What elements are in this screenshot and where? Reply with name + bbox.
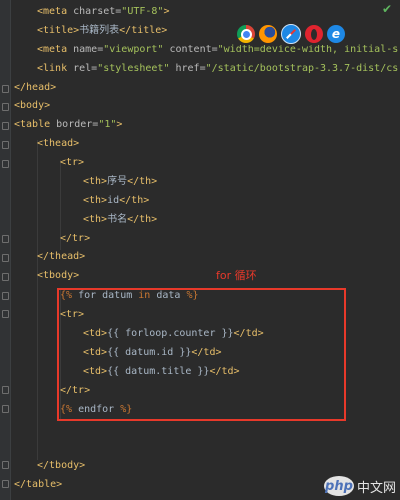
code-token: </tbody> <box>37 460 86 471</box>
code-line[interactable]: </table> <box>14 476 62 494</box>
code-line[interactable]: <th>书名</th> <box>83 211 157 229</box>
code-token: "UTF-8" <box>121 6 164 17</box>
code-token: </th> <box>127 176 158 187</box>
code-token: 书籍列表 <box>79 25 120 36</box>
code-line[interactable]: <body> <box>14 97 50 115</box>
code-token: > <box>163 6 170 17</box>
chrome-icon[interactable] <box>237 25 255 43</box>
fold-marker[interactable] <box>2 235 9 243</box>
highlight-box <box>57 288 346 421</box>
fold-marker[interactable] <box>2 103 9 111</box>
code-line[interactable]: </tbody> <box>37 457 85 475</box>
code-token: "1" <box>98 119 117 130</box>
code-token: <tbody> <box>37 270 80 281</box>
fold-marker[interactable] <box>2 386 9 394</box>
code-token: </thead> <box>37 251 86 262</box>
fold-marker[interactable] <box>2 141 9 149</box>
opera-icon[interactable] <box>305 25 323 43</box>
code-line[interactable]: <table border="1"> <box>14 116 122 134</box>
code-token: 序号 <box>107 176 128 187</box>
code-token: border= <box>56 119 99 130</box>
ie-icon[interactable]: e <box>327 25 345 43</box>
code-line[interactable]: </tr> <box>60 230 90 248</box>
code-line[interactable]: </head> <box>14 79 56 97</box>
code-token: <tr> <box>60 157 85 168</box>
code-line[interactable]: <tbody> <box>37 267 79 285</box>
indent-guide <box>37 140 38 460</box>
code-line[interactable]: <th>序号</th> <box>83 173 157 191</box>
editor-gutter <box>0 0 11 500</box>
code-token: charset= <box>73 6 122 17</box>
code-token: </th> <box>127 214 158 225</box>
code-token: <meta <box>37 6 74 17</box>
code-line[interactable]: <thead> <box>37 135 79 153</box>
fold-marker[interactable] <box>2 292 9 300</box>
code-token: rel= <box>73 63 98 74</box>
code-token: <thead> <box>37 138 80 149</box>
code-token: <table <box>14 119 57 130</box>
code-line[interactable]: <tr> <box>60 154 84 172</box>
annotation-label: for 循环 <box>216 269 257 282</box>
fold-marker[interactable] <box>2 310 9 318</box>
code-token: "/static/bootstrap-3.3.7-dist/cs <box>205 63 399 74</box>
code-line[interactable]: </thead> <box>37 248 85 266</box>
code-token: <th> <box>83 176 108 187</box>
code-token: </title> <box>119 25 168 36</box>
code-token: <th> <box>83 195 108 206</box>
code-token: </tr> <box>60 233 91 244</box>
safari-icon[interactable] <box>281 24 301 44</box>
code-token: > <box>116 119 123 130</box>
fold-marker[interactable] <box>2 254 9 262</box>
code-line[interactable]: <meta charset="UTF-8"> <box>37 3 169 21</box>
code-token: </head> <box>14 82 57 93</box>
php-logo: php <box>323 476 354 496</box>
fold-marker[interactable] <box>2 405 9 413</box>
code-token: <title> <box>37 25 80 36</box>
code-token: <th> <box>83 214 108 225</box>
firefox-icon[interactable] <box>259 25 277 43</box>
code-token: </th> <box>119 195 150 206</box>
code-line[interactable]: <title>书籍列表</title> <box>37 22 167 40</box>
code-token: "viewport" <box>103 44 170 55</box>
checkmark-icon: ✔ <box>381 2 392 16</box>
fold-marker[interactable] <box>2 461 9 469</box>
fold-marker[interactable] <box>2 273 9 281</box>
watermark-text: 中文网 <box>356 480 396 496</box>
code-line[interactable]: <link rel="stylesheet" href="/static/boo… <box>37 60 398 78</box>
code-token: </table> <box>14 479 63 490</box>
watermark: php 中文网 <box>323 476 396 496</box>
fold-marker[interactable] <box>2 160 9 168</box>
fold-marker[interactable] <box>2 85 9 93</box>
code-line[interactable]: <th>id</th> <box>83 192 149 210</box>
code-token: <body> <box>14 100 51 111</box>
code-token: <link <box>37 63 74 74</box>
code-editor[interactable]: <meta charset="UTF-8"> <title>书籍列表</titl… <box>0 0 400 500</box>
code-token: "width=device-width, initial-s <box>217 44 399 55</box>
fold-marker[interactable] <box>2 122 9 130</box>
code-token: id <box>107 195 120 206</box>
fold-marker[interactable] <box>2 480 9 488</box>
code-token: 书名 <box>107 214 128 225</box>
code-token: "stylesheet" <box>97 63 176 74</box>
browser-preview-bar: e <box>234 23 348 45</box>
code-token: name= <box>73 44 104 55</box>
code-token: href= <box>175 63 206 74</box>
code-token: content= <box>169 44 218 55</box>
code-token: <meta <box>37 44 74 55</box>
